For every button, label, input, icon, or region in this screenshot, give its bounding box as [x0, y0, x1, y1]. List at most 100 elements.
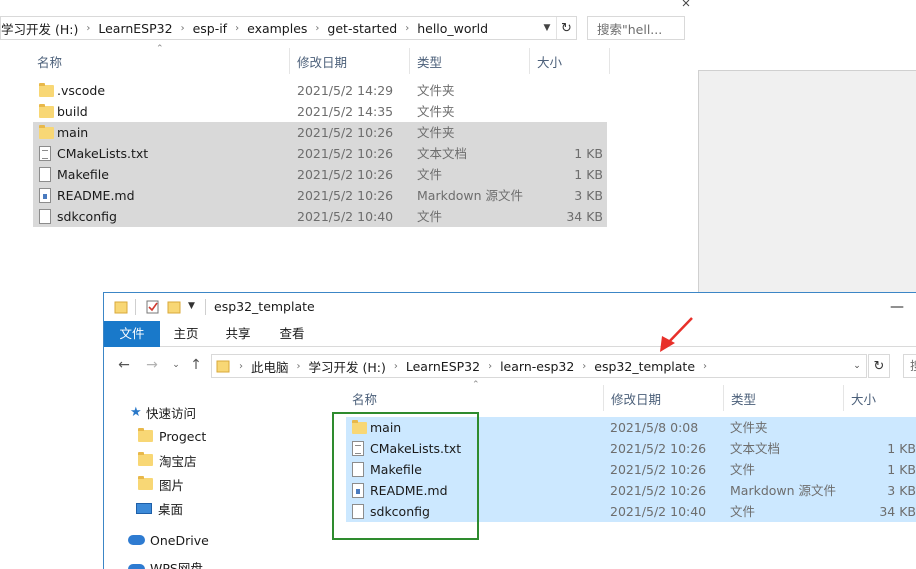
breadcrumb-learnesp32[interactable]: LearnESP32 — [400, 359, 486, 374]
new-folder-icon[interactable] — [167, 299, 183, 315]
chevron-right-icon: › — [235, 22, 240, 34]
refresh-icon[interactable]: ↻ — [556, 17, 576, 39]
forward-arrow-icon[interactable]: → — [142, 355, 162, 375]
file-icon — [39, 209, 51, 224]
chevron-right-icon: › — [703, 360, 708, 372]
address-bar[interactable]: 学习开发 (H:) › LearnESP32 › esp-if › exampl… — [0, 16, 577, 40]
file-icon — [39, 167, 51, 182]
file-type: 文件 — [417, 209, 443, 224]
folder-icon — [114, 301, 128, 314]
breadcrumb-drive[interactable]: 学习开发 (H:) — [303, 357, 392, 376]
chevron-right-icon: › — [315, 22, 320, 34]
tab-share[interactable]: 共享 — [216, 321, 260, 347]
file-size: 34 KB — [879, 504, 916, 519]
column-header-size[interactable]: 大小 — [537, 48, 562, 74]
column-header-date[interactable]: 修改日期 — [297, 48, 347, 74]
breadcrumb-learnesp32[interactable]: LearnESP32 — [92, 21, 178, 36]
column-header-date[interactable]: 修改日期 — [611, 385, 661, 411]
file-date: 2021/5/2 10:40 — [610, 504, 707, 519]
file-size: 1 KB — [574, 146, 603, 161]
file-date: 2021/5/2 10:40 — [297, 209, 394, 224]
file-type: 文件夹 — [730, 420, 768, 435]
breadcrumb-learn-esp32[interactable]: learn-esp32 — [494, 359, 580, 374]
properties-icon[interactable] — [145, 299, 161, 315]
file-name: README.md — [57, 188, 135, 203]
tab-file[interactable]: 文件 — [104, 321, 160, 347]
file-size — [527, 101, 603, 122]
chevron-down-icon[interactable]: ▼ — [538, 17, 556, 39]
column-header-size[interactable]: 大小 — [851, 385, 876, 411]
address-bar[interactable]: › 此电脑 › 学习开发 (H:) › LearnESP32 › learn-e… — [211, 354, 867, 378]
file-row[interactable]: .vscode 2021/5/2 14:29 文件夹 — [33, 80, 607, 101]
nav-item-desktop[interactable]: 桌面 — [136, 497, 183, 519]
chevron-down-icon[interactable]: ⌄ — [166, 355, 186, 375]
tab-home[interactable]: 主页 — [164, 321, 208, 347]
file-row[interactable]: sdkconfig 2021/5/2 10:40 文件 34 KB — [33, 206, 607, 227]
column-header-name[interactable]: 名称 — [37, 48, 62, 74]
file-type: Markdown 源文件 — [417, 188, 524, 203]
file-row[interactable]: build 2021/5/2 14:35 文件夹 — [33, 101, 607, 122]
search-input[interactable]: 搜 — [903, 354, 916, 378]
nav-quick-access[interactable]: ★ 快速访问 — [130, 401, 196, 423]
markdown-file-icon — [39, 188, 51, 203]
file-date: 2021/5/2 10:26 — [610, 462, 707, 477]
breadcrumb-examples[interactable]: examples — [241, 21, 313, 36]
minimize-icon[interactable]: — — [882, 297, 912, 317]
highlight-box — [332, 412, 479, 540]
breadcrumb-esp-if[interactable]: esp-if — [187, 21, 234, 36]
nav-onedrive[interactable]: OneDrive — [128, 529, 209, 551]
nav-item-progect[interactable]: Progect — [138, 425, 206, 447]
nav-item-label: 淘宝店 — [159, 453, 197, 469]
star-icon: ★ — [130, 404, 142, 420]
file-row[interactable]: README.md 2021/5/2 10:26 Markdown 源文件 3 KB — [33, 185, 607, 206]
breadcrumb-get-started[interactable]: get-started — [321, 21, 403, 36]
folder-icon — [39, 104, 54, 118]
close-icon[interactable] — [678, 0, 698, 9]
nav-item-label: Progect — [159, 428, 207, 444]
folder-icon — [138, 428, 153, 442]
file-row[interactable]: Makefile 2021/5/2 10:26 文件 1 KB — [33, 164, 607, 185]
breadcrumb-drive[interactable]: 学习开发 (H:) — [1, 19, 84, 38]
file-type: 文件夹 — [417, 83, 455, 98]
sort-up-icon: ⌃ — [472, 380, 480, 390]
column-header-type[interactable]: 类型 — [731, 385, 756, 411]
back-arrow-icon[interactable]: ← — [114, 355, 134, 375]
file-size — [840, 417, 916, 438]
breadcrumb-hello-world[interactable]: hello_world — [411, 21, 494, 36]
chevron-right-icon: › — [393, 360, 398, 372]
file-date: 2021/5/2 10:26 — [297, 146, 394, 161]
column-header-name[interactable]: 名称 — [352, 385, 377, 411]
file-date: 2021/5/2 10:26 — [297, 188, 394, 203]
nav-wps[interactable]: WPS网盘 — [128, 556, 203, 569]
nav-wps-label: WPS网盘 — [150, 561, 203, 569]
breadcrumb-this-pc[interactable]: 此电脑 — [245, 357, 295, 376]
nav-item-taobao[interactable]: 淘宝店 — [138, 449, 197, 471]
file-type: 文本文档 — [730, 441, 781, 456]
up-arrow-icon[interactable]: ↑ — [186, 355, 206, 375]
chevron-down-icon[interactable]: ▼ — [188, 301, 204, 317]
refresh-icon[interactable]: ↻ — [868, 354, 890, 378]
tab-view[interactable]: 查看 — [270, 321, 314, 347]
column-header-type[interactable]: 类型 — [417, 48, 442, 74]
chevron-right-icon: › — [405, 22, 410, 34]
search-input[interactable]: 搜索"hell... — [587, 16, 685, 40]
file-type: Markdown 源文件 — [730, 483, 837, 498]
file-name: CMakeLists.txt — [57, 146, 149, 161]
file-date: 2021/5/2 10:26 — [297, 167, 394, 182]
explorer-window-esp32-template: ▼ esp32_template — 文件 主页 共享 查看 ← → ⌄ ↑ ›… — [103, 292, 916, 569]
breadcrumb-esp32-template[interactable]: esp32_template — [588, 359, 701, 374]
file-type: 文件 — [730, 462, 756, 477]
sort-up-icon: ⌃ — [156, 44, 164, 54]
nav-onedrive-label: OneDrive — [150, 532, 209, 548]
chevron-right-icon: › — [582, 360, 587, 372]
file-name: .vscode — [57, 83, 106, 98]
title-bar: ▼ esp32_template — — [104, 293, 916, 321]
file-row[interactable]: main 2021/5/2 10:26 文件夹 — [33, 122, 607, 143]
chevron-down-icon[interactable]: ⌄ — [848, 354, 866, 378]
file-row[interactable]: CMakeLists.txt 2021/5/2 10:26 文本文档 1 KB — [33, 143, 607, 164]
file-size: 1 KB — [887, 441, 916, 456]
file-size: 3 KB — [574, 188, 603, 203]
chevron-right-icon: › — [296, 360, 301, 372]
nav-item-pictures[interactable]: 图片 — [138, 473, 184, 495]
window-title: esp32_template — [214, 299, 315, 314]
